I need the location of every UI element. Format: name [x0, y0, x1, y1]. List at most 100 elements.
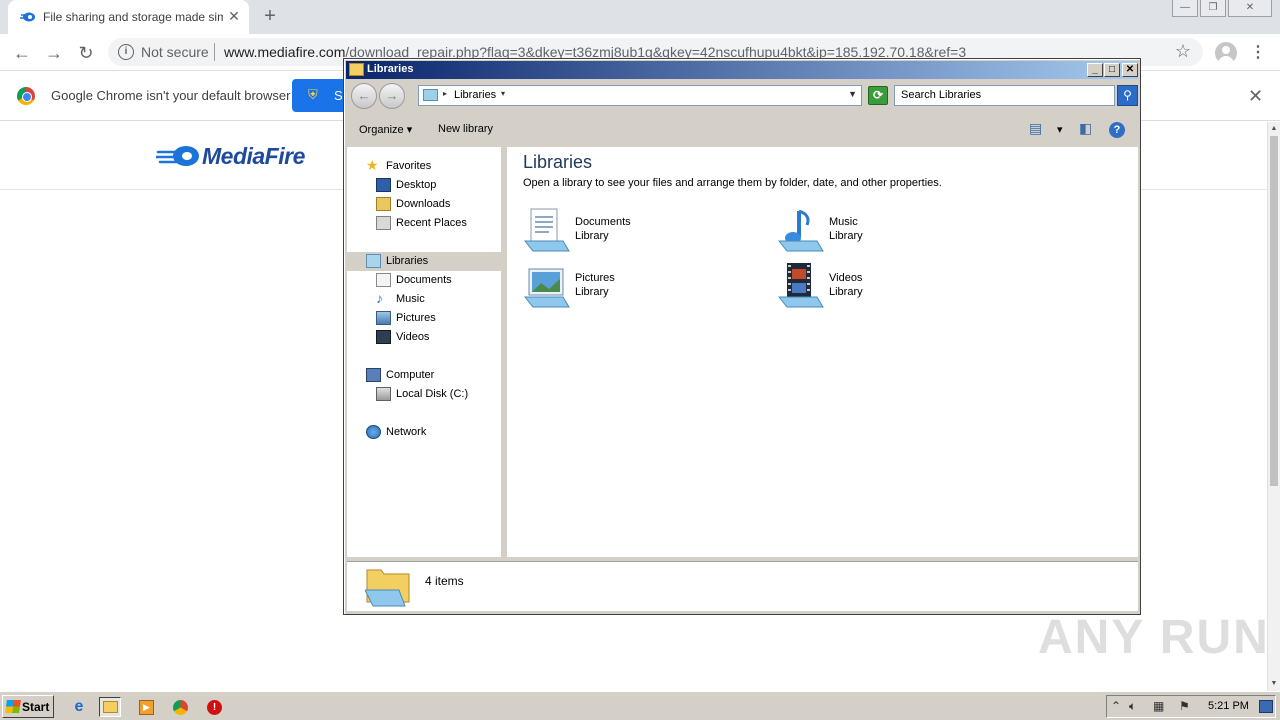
preview-pane-icon[interactable]: ◧ — [1079, 120, 1092, 137]
library-item-videos[interactable]: Videos Library — [777, 263, 1017, 313]
nav-videos-label: Videos — [396, 331, 430, 343]
nav-documents[interactable]: Documents — [347, 271, 504, 290]
windows-taskbar: Start e ▶ ! ⌃ 🔈︎ ▦ ⚑ 5:21 PM — [0, 691, 1280, 720]
show-hidden-icons-icon[interactable]: ⌃ — [1111, 699, 1121, 713]
forward-button[interactable]: → — [42, 41, 66, 65]
videos-library-icon — [777, 263, 824, 308]
page-scrollbar[interactable]: ▲ ▼ — [1267, 122, 1280, 691]
library-name: Music — [829, 216, 858, 228]
nav-recent-places[interactable]: Recent Places — [347, 214, 504, 233]
url-host: www.mediafire.com — [224, 44, 346, 60]
explorer-taskbar-button[interactable] — [99, 697, 121, 717]
star-icon: ★ — [366, 157, 379, 173]
libraries-icon — [366, 254, 381, 268]
explorer-command-bar: Organize ▾ New library ▤ ▾ ◧ ? — [346, 115, 1138, 145]
new-library-button[interactable]: New library — [438, 123, 493, 135]
warning-icon: ! — [207, 700, 222, 715]
folder-icon — [103, 701, 118, 713]
chrome-menu-icon[interactable]: ⋮ — [1250, 42, 1266, 64]
organize-button[interactable]: Organize ▾ — [359, 123, 412, 136]
item-count: 4 items — [425, 574, 464, 588]
nav-downloads[interactable]: Downloads — [347, 195, 504, 214]
chrome-taskbar-icon[interactable] — [169, 697, 191, 717]
explorer-address-bar[interactable]: ▸ Libraries ▾ ▼ — [418, 85, 862, 106]
breadcrumb-dropdown-icon[interactable]: ▾ — [501, 89, 505, 98]
help-icon[interactable]: ? — [1109, 122, 1125, 138]
stop-app-icon[interactable]: ! — [203, 697, 225, 717]
anyrun-watermark: ANY RUN — [1038, 611, 1270, 664]
system-tray: ⌃ 🔈︎ ▦ ⚑ 5:21 PM — [1106, 695, 1276, 718]
change-view-icon[interactable]: ▤ — [1029, 120, 1042, 137]
library-name: Documents — [575, 216, 631, 228]
minimize-window-button[interactable]: — — [1172, 0, 1198, 17]
nav-music-label: Music — [396, 293, 425, 305]
nav-network[interactable]: Network — [347, 423, 504, 442]
library-item-music[interactable]: Music Library — [777, 207, 1017, 257]
nav-desktop[interactable]: Desktop — [347, 176, 504, 195]
start-label: Start — [22, 700, 50, 714]
show-desktop-icon[interactable] — [1259, 700, 1273, 713]
scroll-thumb[interactable] — [1270, 136, 1278, 486]
nav-downloads-label: Downloads — [396, 198, 451, 210]
close-window-button[interactable]: ✕ — [1228, 0, 1272, 17]
profile-avatar[interactable] — [1215, 42, 1237, 64]
nav-documents-label: Documents — [396, 274, 452, 286]
explorer-maximize-button[interactable]: □ — [1104, 63, 1120, 77]
explorer-minimize-button[interactable]: _ — [1087, 63, 1103, 77]
desktop-icon — [376, 178, 391, 192]
action-center-flag-icon[interactable]: ⚑ — [1179, 699, 1190, 713]
media-player-icon[interactable]: ▶ — [135, 697, 157, 717]
nav-pictures[interactable]: Pictures — [347, 309, 504, 328]
internet-explorer-icon[interactable]: e — [68, 697, 90, 717]
nav-videos[interactable]: Videos — [347, 328, 504, 347]
library-name: Videos — [829, 272, 863, 284]
mediafire-logo[interactable]: MediaFire — [156, 141, 305, 171]
explorer-back-button[interactable]: ← — [351, 83, 377, 109]
nav-favorites-label: Favorites — [386, 160, 432, 172]
taskbar-clock[interactable]: 5:21 PM — [1208, 700, 1249, 712]
uac-shield-icon: ⛨ — [308, 87, 318, 102]
bookmark-star-icon[interactable]: ☆ — [1175, 41, 1191, 62]
address-history-dropdown-icon[interactable]: ▼ — [848, 89, 857, 99]
security-label[interactable]: Not secure — [141, 44, 209, 60]
chrome-icon — [173, 700, 188, 715]
nav-favorites[interactable]: ★ Favorites — [347, 157, 504, 176]
view-options-dropdown-icon[interactable]: ▾ — [1057, 123, 1063, 136]
explorer-forward-button[interactable]: → — [379, 83, 405, 109]
new-tab-button[interactable]: + — [259, 5, 281, 27]
nav-recent-places-label: Recent Places — [396, 217, 467, 229]
library-name: Pictures — [575, 272, 615, 284]
explorer-refresh-button[interactable]: ⟳ — [868, 86, 888, 105]
network-tray-icon[interactable]: ▦ — [1153, 699, 1164, 713]
browser-tab[interactable]: File sharing and storage made simple ✕ — [8, 0, 249, 34]
scroll-down-icon[interactable]: ▼ — [1268, 678, 1280, 690]
nav-local-disk-label: Local Disk (C:) — [396, 388, 469, 400]
explorer-search-input[interactable]: Search Libraries — [894, 85, 1115, 106]
volume-icon[interactable]: 🔈︎ — [1129, 699, 1136, 714]
nav-computer[interactable]: Computer — [347, 366, 504, 385]
breadcrumb-libraries[interactable]: Libraries — [454, 89, 496, 101]
nav-music[interactable]: ♪ Music — [347, 290, 504, 309]
explorer-title-bar[interactable]: Libraries _ □ ✕ — [346, 61, 1138, 79]
pictures-library-icon — [523, 268, 570, 308]
music-note-icon: ♪ — [376, 290, 383, 306]
back-button[interactable]: ← — [10, 41, 34, 65]
window-controls: — ❐ ✕ — [1172, 0, 1272, 18]
explorer-close-button[interactable]: ✕ — [1122, 63, 1138, 77]
breadcrumb-chevron-icon[interactable]: ▸ — [443, 89, 447, 98]
start-button[interactable]: Start — [2, 695, 54, 718]
omnibox-divider — [214, 43, 215, 61]
close-tab-icon[interactable]: ✕ — [226, 8, 242, 24]
close-infobar-icon[interactable]: ✕ — [1248, 86, 1263, 107]
play-icon: ▶ — [139, 700, 154, 715]
library-type: Library — [575, 230, 609, 242]
restore-window-button[interactable]: ❐ — [1200, 0, 1226, 17]
reload-button[interactable]: ↻ — [74, 41, 98, 65]
search-icon[interactable]: ⚲ — [1117, 85, 1138, 106]
nav-local-disk[interactable]: Local Disk (C:) — [347, 385, 504, 404]
library-item-pictures[interactable]: Pictures Library — [523, 263, 763, 313]
library-item-documents[interactable]: Documents Library — [523, 207, 763, 257]
scroll-up-icon[interactable]: ▲ — [1268, 123, 1280, 135]
site-info-icon[interactable]: i — [118, 44, 134, 60]
nav-libraries[interactable]: Libraries — [347, 252, 504, 271]
